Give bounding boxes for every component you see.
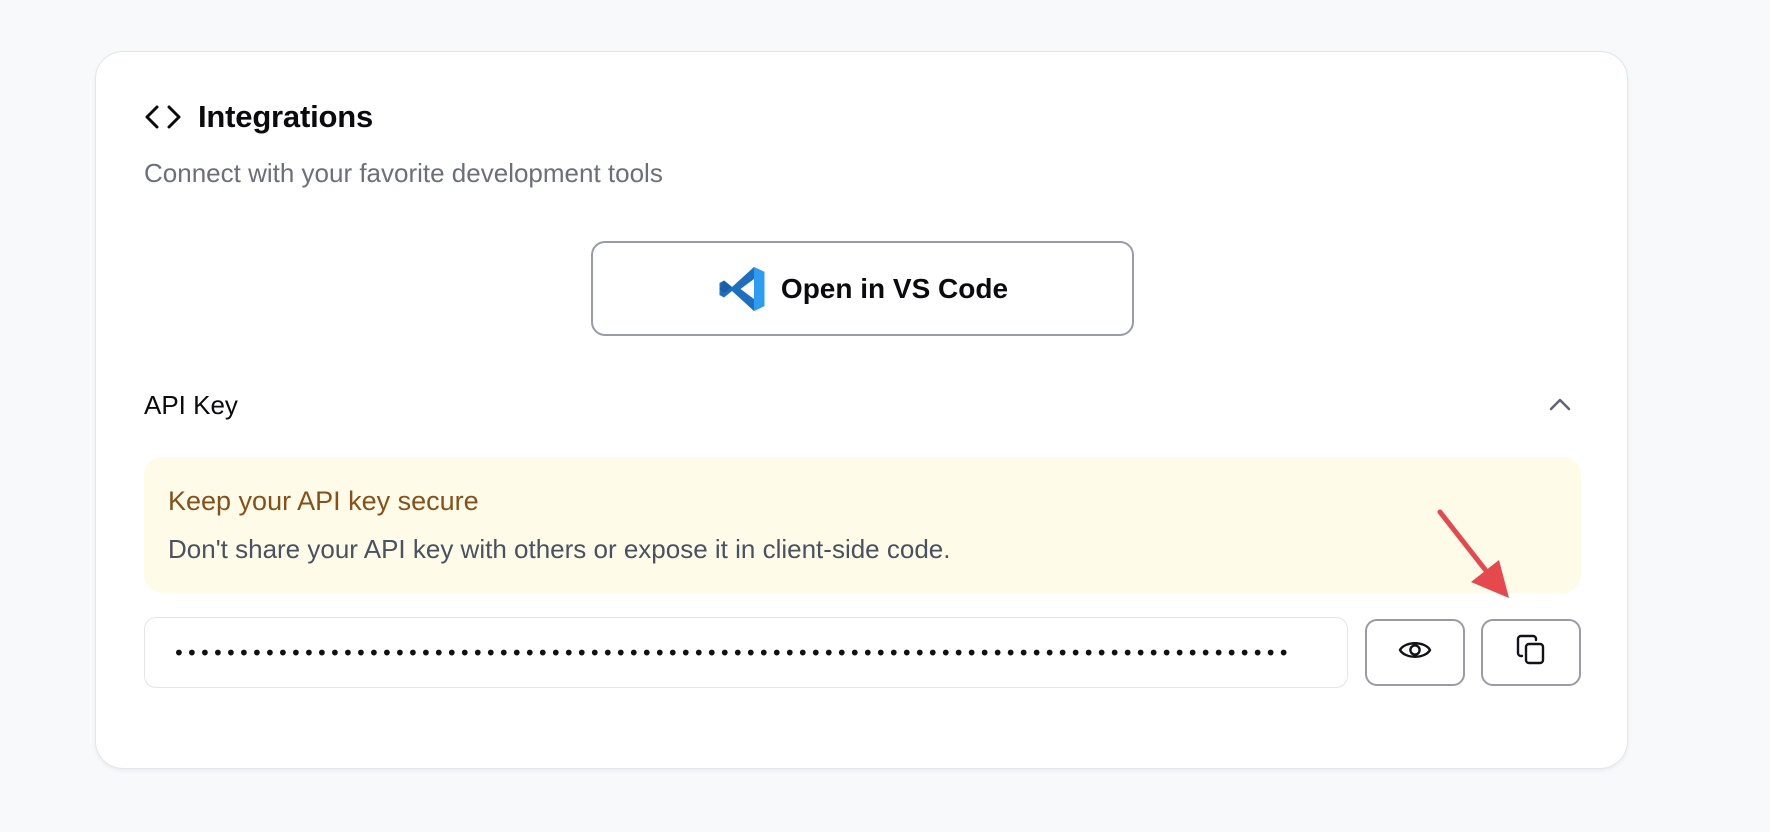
show-api-key-button[interactable] xyxy=(1365,619,1465,686)
vscode-logo-icon xyxy=(717,264,767,314)
warning-text: Don't share your API key with others or … xyxy=(168,534,951,564)
copy-api-key-button[interactable] xyxy=(1481,619,1581,686)
open-in-vscode-button[interactable]: Open in VS Code xyxy=(591,241,1134,336)
api-key-input[interactable] xyxy=(144,617,1348,688)
copy-icon xyxy=(1515,633,1547,672)
api-key-collapse-toggle[interactable] xyxy=(1540,386,1580,426)
api-key-warning-callout: Keep your API key secure Don't share you… xyxy=(144,457,1581,593)
integrations-card: Integrations Connect with your favorite … xyxy=(95,51,1628,769)
warning-title: Keep your API key secure xyxy=(168,486,479,516)
card-header: Integrations xyxy=(144,99,373,135)
card-title: Integrations xyxy=(198,99,374,134)
api-key-section-label: API Key xyxy=(144,390,238,420)
card-subtitle: Connect with your favorite development t… xyxy=(144,158,663,188)
code-brackets-icon xyxy=(144,102,182,132)
chevron-up-icon xyxy=(1548,396,1572,417)
eye-icon xyxy=(1398,638,1432,667)
open-in-vscode-label: Open in VS Code xyxy=(780,272,1009,304)
